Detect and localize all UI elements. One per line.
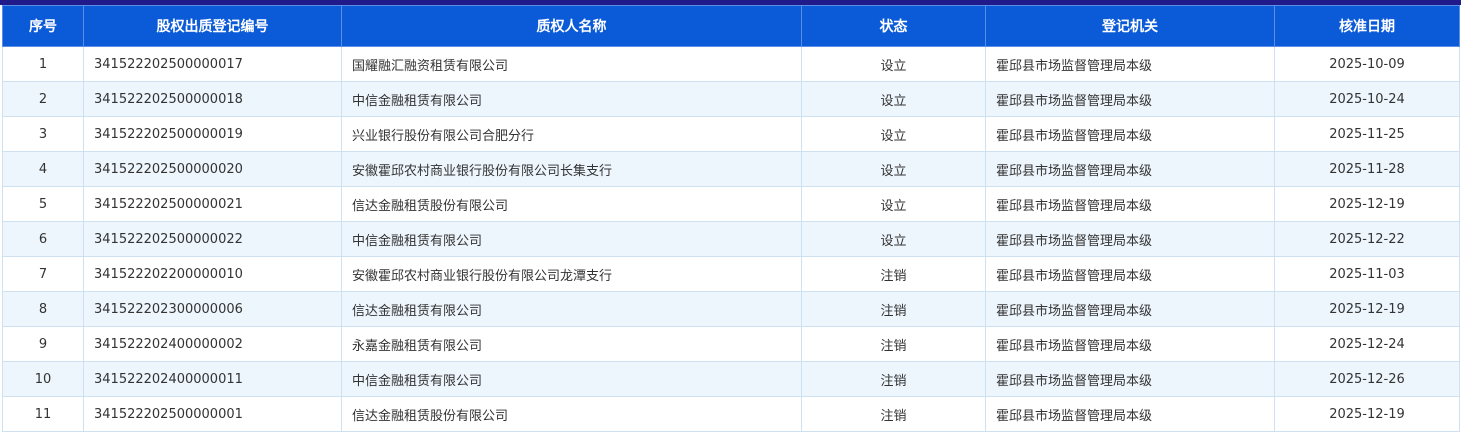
table-row: 8 341522202300000006 信达金融租赁有限公司 注销 霍邱县市场监督管理… (2, 291, 1460, 327)
registration-number-cell: 341522202200000010 (83, 256, 342, 292)
pledgee-name-cell: 中信金融租赁有限公司 (341, 81, 802, 117)
status-cell: 注销 (801, 256, 986, 292)
table-row: 7 341522202200000010 安徽霍邱农村商业银行股份有限公司龙潭支行注… (2, 256, 1460, 292)
registration-number-cell: 341522202500000017 (83, 46, 342, 82)
table-header-row: 序号 股权出质登记编号 质权人名称 状态 登记机关 核准日期 (2, 5, 1460, 47)
table-row: 1 341522202500000017 国耀融汇融资租赁有限公司 设立 霍邱县市场监督… (2, 46, 1460, 82)
table-row: 10 341522202400000011 中信金融租赁有限公司 注销 霍邱县市场监督管… (2, 361, 1460, 397)
approval-date-cell: 2025-12-19 (1274, 186, 1460, 222)
pledgee-name-cell: 信达金融租赁股份有限公司 (341, 186, 802, 222)
status-cell: 设立 (801, 46, 986, 82)
pledgee-name-cell: 安徽霍邱农村商业银行股份有限公司长集支行 (341, 151, 802, 187)
authority-cell: 霍邱县市场监督管理局本级 (985, 291, 1275, 327)
table-row: 2 341522202500000018 中信金融租赁有限公司 设立 霍邱县市场监督管理… (2, 81, 1460, 117)
authority-cell: 霍邱县市场监督管理局本级 (985, 81, 1275, 117)
pledgee-name-cell: 信达金融租赁股份有限公司 (341, 396, 802, 432)
authority-cell: 霍邱县市场监督管理局本级 (985, 116, 1275, 152)
pledgee-name-cell: 中信金融租赁有限公司 (341, 361, 802, 397)
authority-cell: 霍邱县市场监督管理局本级 (985, 46, 1275, 82)
index-cell: 2 (2, 81, 84, 117)
header-pledgee-name: 质权人名称 (341, 5, 802, 47)
authority-cell: 霍邱县市场监督管理局本级 (985, 221, 1275, 257)
approval-date-cell: 2025-12-24 (1274, 326, 1460, 362)
equity-pledge-table: 序号 股权出质登记编号 质权人名称 状态 登记机关 核准日期 1 34152220… (2, 5, 1460, 432)
pledgee-name-cell: 信达金融租赁有限公司 (341, 291, 802, 327)
equity-pledge-page: 序号 股权出质登记编号 质权人名称 状态 登记机关 核准日期 1 34152220… (0, 0, 1461, 433)
header-index: 序号 (2, 5, 84, 47)
table-row: 11 341522202500000001 信达金融租赁股份有限公司 注销 霍邱县市场监… (2, 396, 1460, 432)
registration-number-cell: 341522202300000006 (83, 291, 342, 327)
registration-number-cell: 341522202500000021 (83, 186, 342, 222)
header-status: 状态 (801, 5, 986, 47)
status-cell: 设立 (801, 221, 986, 257)
approval-date-cell: 2025-12-19 (1274, 396, 1460, 432)
authority-cell: 霍邱县市场监督管理局本级 (985, 256, 1275, 292)
registration-number-cell: 341522202500000019 (83, 116, 342, 152)
table-row: 6 341522202500000022 中信金融租赁有限公司 设立 霍邱县市场监督管理… (2, 221, 1460, 257)
pledgee-name-cell: 兴业银行股份有限公司合肥分行 (341, 116, 802, 152)
registration-number-cell: 341522202400000002 (83, 326, 342, 362)
index-cell: 3 (2, 116, 84, 152)
approval-date-cell: 2025-11-28 (1274, 151, 1460, 187)
authority-cell: 霍邱县市场监督管理局本级 (985, 151, 1275, 187)
index-cell: 9 (2, 326, 84, 362)
registration-number-cell: 341522202500000001 (83, 396, 342, 432)
authority-cell: 霍邱县市场监督管理局本级 (985, 186, 1275, 222)
pledgee-name-cell: 中信金融租赁有限公司 (341, 221, 802, 257)
pledgee-name-cell: 永嘉金融租赁有限公司 (341, 326, 802, 362)
approval-date-cell: 2025-12-19 (1274, 291, 1460, 327)
status-cell: 注销 (801, 326, 986, 362)
header-registration-number: 股权出质登记编号 (83, 5, 342, 47)
status-cell: 设立 (801, 116, 986, 152)
approval-date-cell: 2025-11-03 (1274, 256, 1460, 292)
status-cell: 设立 (801, 81, 986, 117)
table-row: 3 341522202500000019 兴业银行股份有限公司合肥分行 设立 霍邱县市场… (2, 116, 1460, 152)
authority-cell: 霍邱县市场监督管理局本级 (985, 396, 1275, 432)
approval-date-cell: 2025-12-26 (1274, 361, 1460, 397)
pledgee-name-cell: 安徽霍邱农村商业银行股份有限公司龙潭支行 (341, 256, 802, 292)
status-cell: 注销 (801, 361, 986, 397)
registration-number-cell: 341522202500000022 (83, 221, 342, 257)
status-cell: 注销 (801, 396, 986, 432)
header-approval-date: 核准日期 (1274, 5, 1460, 47)
authority-cell: 霍邱县市场监督管理局本级 (985, 361, 1275, 397)
index-cell: 5 (2, 186, 84, 222)
table-row: 9 341522202400000002 永嘉金融租赁有限公司 注销 霍邱县市场监督管理… (2, 326, 1460, 362)
header-registration-authority: 登记机关 (985, 5, 1275, 47)
approval-date-cell: 2025-10-09 (1274, 46, 1460, 82)
approval-date-cell: 2025-11-25 (1274, 116, 1460, 152)
index-cell: 7 (2, 256, 84, 292)
registration-number-cell: 341522202500000020 (83, 151, 342, 187)
index-cell: 8 (2, 291, 84, 327)
table-row: 4 341522202500000020 安徽霍邱农村商业银行股份有限公司长集支行设… (2, 151, 1460, 187)
status-cell: 设立 (801, 151, 986, 187)
approval-date-cell: 2025-10-24 (1274, 81, 1460, 117)
index-cell: 11 (2, 396, 84, 432)
index-cell: 10 (2, 361, 84, 397)
authority-cell: 霍邱县市场监督管理局本级 (985, 326, 1275, 362)
table-row: 5 341522202500000021 信达金融租赁股份有限公司 设立 霍邱县市场监督… (2, 186, 1460, 222)
approval-date-cell: 2025-12-22 (1274, 221, 1460, 257)
status-cell: 注销 (801, 291, 986, 327)
index-cell: 6 (2, 221, 84, 257)
index-cell: 1 (2, 46, 84, 82)
registration-number-cell: 341522202500000018 (83, 81, 342, 117)
index-cell: 4 (2, 151, 84, 187)
pledgee-name-cell: 国耀融汇融资租赁有限公司 (341, 46, 802, 82)
registration-number-cell: 341522202400000011 (83, 361, 342, 397)
status-cell: 设立 (801, 186, 986, 222)
